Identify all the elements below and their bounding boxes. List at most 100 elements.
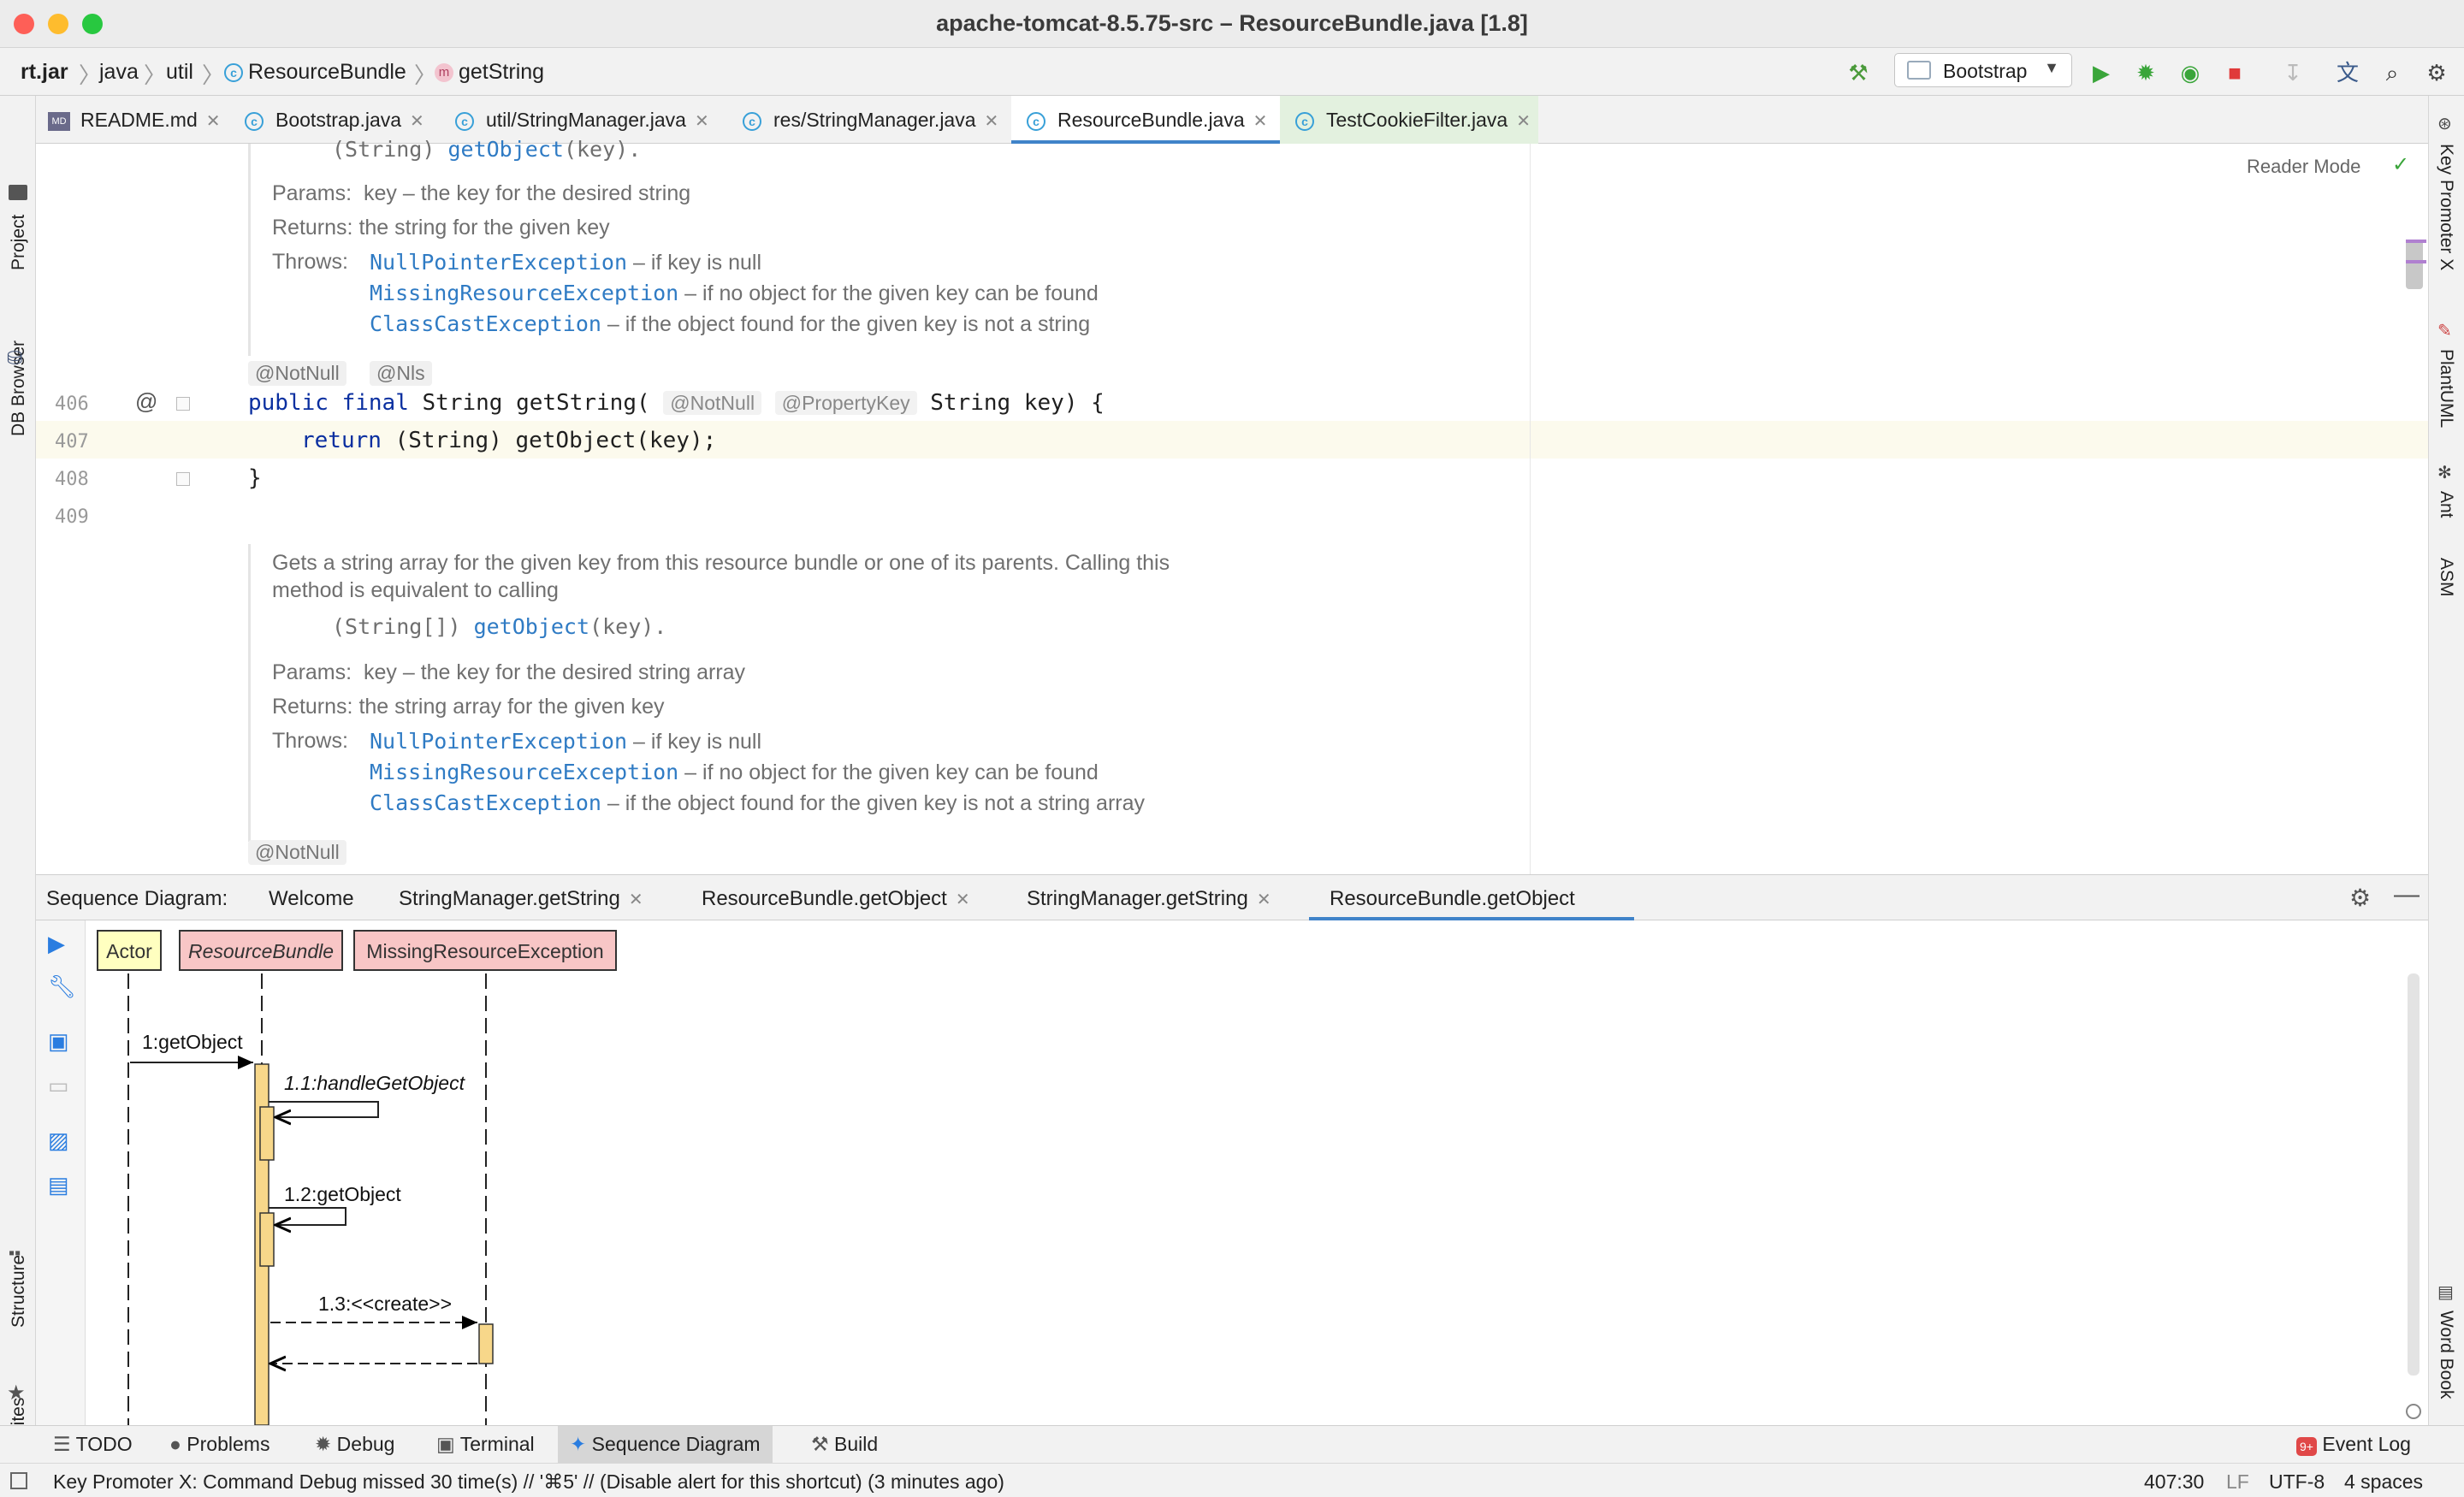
close-icon[interactable]: ✕ [1516,112,1531,131]
todo-tool-button[interactable]: ☰ TODO [41,1433,145,1456]
book-icon: ▤ [2437,1283,2454,1302]
exception-link[interactable]: MissingResourceException [370,760,678,784]
inlay-hint: @NotNull [663,391,762,415]
tab-stringmanager-getstring[interactable]: StringManager.getString ✕ [1027,887,1271,911]
caret-position[interactable]: 407:30 [2144,1470,2204,1494]
panel-toggle-icon[interactable] [10,1472,27,1489]
close-icon[interactable]: ✕ [956,891,970,909]
message-arrow [269,1207,346,1225]
fold-icon[interactable] [176,472,190,486]
asm-tool-button[interactable]: ASM [2436,558,2456,597]
close-icon[interactable]: ✕ [629,891,643,909]
sequence-diagram-tool-button[interactable]: ✦ Sequence Diagram [558,1426,773,1463]
line-separator[interactable]: LF [2226,1470,2249,1494]
diagram-scrollbar[interactable] [2408,973,2420,1376]
message-label: 1:getObject [142,1031,243,1053]
code-editor[interactable]: Reader Mode ✓ (String) getObject(key). P… [36,137,2428,874]
exception-link[interactable]: MissingResourceException [370,281,678,305]
image-export-icon[interactable]: ▨ [48,1127,69,1154]
close-icon[interactable]: ✕ [985,112,999,131]
file-encoding[interactable]: UTF-8 [2269,1470,2325,1494]
build-hammer-icon[interactable]: ⚒ [1843,58,1874,87]
folder-icon [9,185,27,200]
breadcrumb-rt-jar[interactable]: rt.jar [21,60,68,85]
sequence-diagram: Actor ResourceBundle MissingResourceExce… [97,930,2421,1426]
tab-resourcebundle-getobject[interactable]: ResourceBundle.getObject ✕ [702,887,970,911]
tab-res-stringmanager-java[interactable]: c res/StringManager.java ✕ [743,96,1034,144]
debug-tool-button[interactable]: ✹ Debug [303,1433,406,1456]
gear-icon[interactable]: ⚙ [2349,884,2371,912]
chevron-down-icon: ▼ [2044,59,2059,76]
plantuml-tool-button[interactable]: PlantUML [2436,349,2456,428]
build-tool-button[interactable]: ⚒ Build [799,1433,890,1456]
reader-mode-button[interactable]: Reader Mode [2247,156,2360,178]
status-message[interactable]: Key Promoter X: Command Debug missed 30 … [53,1470,1004,1494]
terminal-tool-button[interactable]: ▣ Terminal [424,1433,547,1456]
plantuml-export-icon[interactable]: ▤ [48,1172,69,1198]
getobject-doc-link[interactable]: getObject [474,614,589,639]
class-icon: c [245,111,264,131]
doc-block-bar [248,544,251,842]
run-configuration-select[interactable]: Bootstrap ▼ [1894,53,2072,87]
tab-resourcebundle-java[interactable]: c ResourceBundle.java ✕ [1011,96,1280,144]
translate-icon[interactable]: 文 [2332,58,2363,87]
breadcrumb-getstring[interactable]: m getString [435,60,544,85]
folder-icon[interactable]: ▭ [48,1073,69,1099]
vcs-update-icon[interactable]: ↧ [2277,58,2308,87]
tab-stringmanager-getstring[interactable]: StringManager.getString ✕ [399,887,643,911]
close-icon[interactable]: ✕ [410,112,424,131]
tab-testcookiefilter-java[interactable]: c TestCookieFilter.java ✕ [1280,96,1538,144]
exception-link[interactable]: ClassCastException [370,790,601,815]
close-icon[interactable]: ✕ [1253,112,1268,131]
stop-icon[interactable]: ■ [2219,58,2250,87]
eye-icon[interactable] [2406,1404,2421,1419]
breadcrumb-util[interactable]: util [166,60,193,85]
debug-icon[interactable]: ✹ [2130,58,2161,87]
close-icon[interactable]: ✕ [206,112,221,131]
ant-icon: ✻ [2437,464,2452,482]
event-log-tool-button[interactable]: 9+ Event Log [2284,1433,2423,1456]
word-book-tool-button[interactable]: Word Book [2436,1311,2456,1399]
tab-welcome[interactable]: Welcome [269,887,354,911]
close-icon[interactable]: ✕ [1257,891,1271,909]
class-icon: c [455,111,474,131]
indent-setting[interactable]: 4 spaces [2344,1470,2423,1494]
annotation-nls: @Nls [370,361,432,386]
line-number: 407 [55,431,89,453]
gear-icon[interactable]: ⚙ [2421,58,2452,87]
breadcrumb-resourcebundle[interactable]: c ResourceBundle [224,60,406,85]
exception-link[interactable]: NullPointerException [370,729,627,754]
doc2-params: Params: key – the key for the desired st… [272,660,746,684]
exception-link[interactable]: ClassCastException [370,311,601,336]
ant-tool-button[interactable]: Ant [2436,491,2456,518]
sequence-diagram-canvas[interactable]: Actor ResourceBundle MissingResourceExce… [86,920,2428,1426]
class-icon: c [224,63,243,83]
key-promoter-tool-button[interactable]: Key Promoter X [2436,144,2456,270]
save-icon[interactable]: ▣ [48,1028,69,1055]
exception-link[interactable]: NullPointerException [370,250,627,275]
fold-icon[interactable] [176,397,190,411]
doc1-returns: Returns: the string for the given key [272,216,610,240]
close-icon[interactable]: ✕ [695,112,709,131]
markdown-icon: MD [48,111,70,131]
problems-tool-button[interactable]: ● Problems [157,1433,281,1456]
minimize-panel-icon[interactable]: — [2394,880,2420,909]
code-line-406: public final String getString( @NotNull … [248,390,1105,416]
coverage-icon[interactable]: ◉ [2175,58,2206,87]
tab-readme-md[interactable]: MD README.md ✕ [48,96,248,144]
play-icon[interactable]: ▶ [48,931,65,957]
editor-scrollbar-thumb[interactable] [2406,240,2423,289]
getobject-doc-link[interactable]: getObject [447,137,563,162]
sequence-diagram-header: Sequence Diagram: Welcome StringManager.… [36,874,2428,920]
structure-tool-button[interactable]: Structure [9,1255,29,1328]
run-icon[interactable]: ▶ [2086,58,2117,87]
project-tool-button[interactable]: Project [9,215,29,270]
wrench-icon[interactable]: 🔧︎ [48,973,76,1000]
tab-resourcebundle-getobject-active[interactable]: ResourceBundle.getObject [1309,875,1634,920]
search-icon[interactable]: ⌕ [2377,58,2408,87]
breadcrumb-separator: 〉 [414,62,437,88]
class-icon: c [1295,111,1314,131]
breadcrumb-java[interactable]: java [99,60,139,85]
implementation-marker-icon[interactable]: @ [135,388,157,415]
breadcrumb-separator: 〉 [202,62,225,88]
